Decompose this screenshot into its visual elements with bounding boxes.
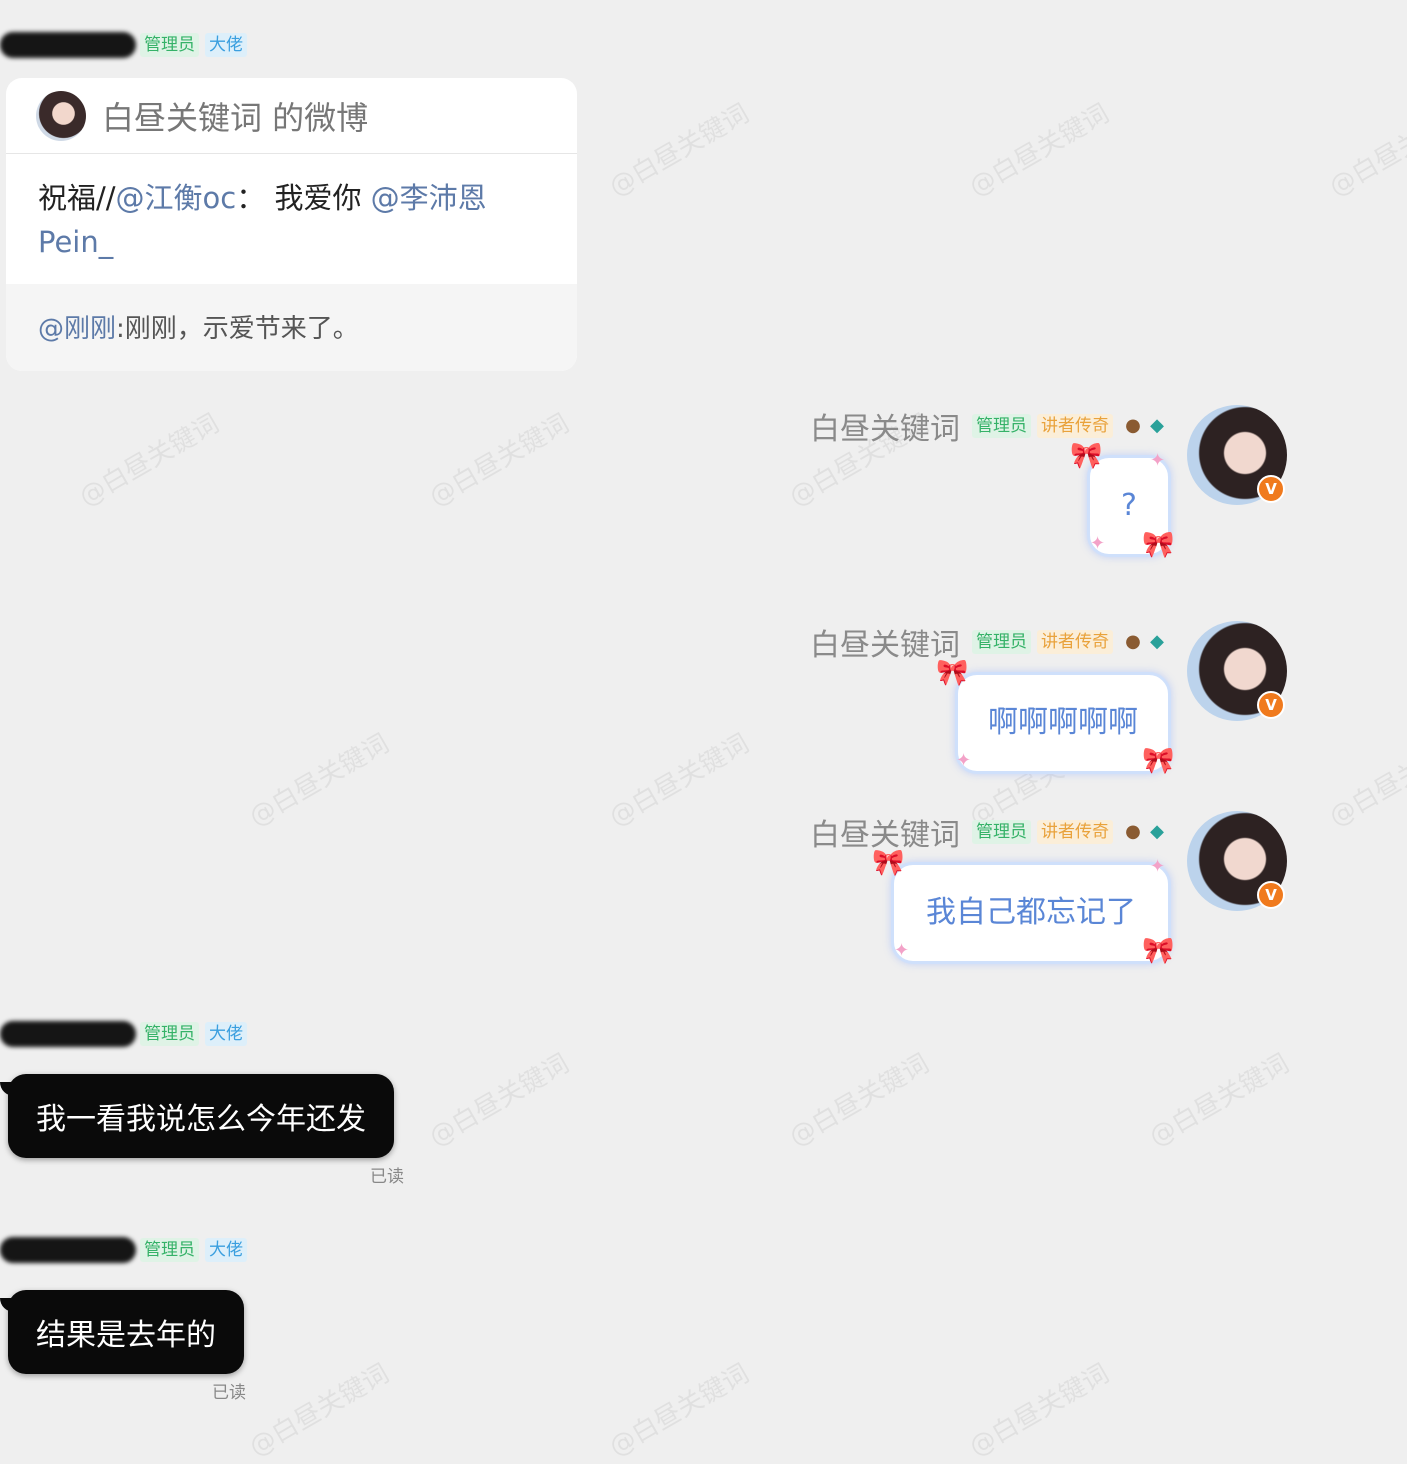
avatar[interactable]: V [1187,811,1287,911]
admin-badge: 管理员 [972,820,1031,844]
watermark: @白昼关键词 [244,728,395,833]
weibo-card-header: 白昼关键词 的微博 [6,78,577,154]
watermark: @白昼关键词 [784,1048,935,1153]
verified-icon: V [1257,475,1285,503]
bow-icon: 🎀 [872,848,905,878]
bow-icon: 🎀 [1142,530,1175,560]
watermark: @白昼关键词 [604,728,755,833]
owl-icon: ● [1125,415,1141,436]
read-status: 已读 [212,1383,246,1403]
body-text: ： 我爱你 [236,181,371,215]
sender-header: 管理员 大佬 [0,30,253,60]
message-text: ? [1121,488,1137,523]
sender-header: 白昼关键词 管理员 讲者传奇 ● ◆ [810,814,1167,853]
verified-icon: V [1257,881,1285,909]
bird-icon: ◆ [1150,415,1164,436]
sender-header: 管理员 大佬 [0,1235,253,1265]
watermark: @白昼关键词 [424,408,575,513]
weibo-card-footer: @刚刚:刚刚，示爱节来了。 [6,284,577,371]
redacted-username [0,1237,136,1263]
sparkle-icon: ✦ [956,750,972,771]
sparkle-icon: ✦ [1150,450,1166,471]
admin-badge: 管理员 [140,33,199,57]
admin-badge: 管理员 [972,414,1031,438]
avatar [36,90,86,141]
sparkle-icon: ✦ [1090,533,1106,554]
read-status: 已读 [370,1167,404,1187]
bow-icon: 🎀 [936,658,969,688]
footer-text: :刚刚，示爱节来了。 [116,314,359,344]
watermark: @白昼关键词 [1324,98,1407,203]
owl-icon: ● [1125,821,1141,842]
legend-badge: 讲者传奇 [1037,414,1113,438]
message-bubble[interactable]: 结果是去年的 [0,1290,244,1374]
watermark: @白昼关键词 [244,1358,395,1463]
message-text: 我一看我说怎么今年还发 [36,1102,366,1137]
watermark: @白昼关键词 [1144,1048,1295,1153]
legend-badge: 讲者传奇 [1037,630,1113,654]
boss-badge: 大佬 [205,33,247,57]
avatar[interactable]: V [1187,405,1287,505]
admin-badge: 管理员 [972,630,1031,654]
sender-header: 白昼关键词 管理员 讲者传奇 ● ◆ [810,624,1167,663]
legend-badge: 讲者传奇 [1037,820,1113,844]
watermark: @白昼关键词 [604,1358,755,1463]
mention-link[interactable]: @江衡oc [116,181,237,215]
sparkle-icon: ✦ [1150,856,1166,877]
bow-icon: 🎀 [1070,441,1103,471]
admin-badge: 管理员 [140,1022,199,1046]
boss-badge: 大佬 [205,1238,247,1262]
redacted-username [0,1021,136,1047]
watermark: @白昼关键词 [964,1358,1115,1463]
weibo-card-title: 白昼关键词 的微博 [102,98,369,137]
sender-name: 白昼关键词 [810,412,960,447]
message-bubble[interactable]: 我一看我说怎么今年还发 [0,1074,394,1158]
bow-icon: 🎀 [1142,746,1175,776]
mention-link[interactable]: @刚刚 [38,314,116,344]
message-text: 结果是去年的 [36,1318,216,1353]
bow-icon: 🎀 [1142,936,1175,966]
message-text: 我自己都忘记了 [926,895,1136,930]
owl-icon: ● [1125,631,1141,652]
boss-badge: 大佬 [205,1022,247,1046]
redacted-username [0,32,136,58]
admin-badge: 管理员 [140,1238,199,1262]
message-text: 啊啊啊啊啊 [988,705,1138,740]
message-bubble[interactable]: 我自己都忘记了 [891,862,1171,964]
weibo-share-card[interactable]: 白昼关键词 的微博 祝福//@江衡oc： 我爱你 @李沛恩Pein_ @刚刚:刚… [6,78,577,371]
watermark: @白昼关键词 [424,1048,575,1153]
weibo-card-body: 祝福//@江衡oc： 我爱你 @李沛恩Pein_ [6,154,577,284]
sparkle-icon: ✦ [894,940,910,961]
sender-header: 白昼关键词 管理员 讲者传奇 ● ◆ [810,408,1167,447]
message-bubble[interactable]: 啊啊啊啊啊 [955,672,1171,774]
watermark: @白昼关键词 [964,98,1115,203]
avatar[interactable]: V [1187,621,1287,721]
bird-icon: ◆ [1150,631,1164,652]
body-prefix: 祝福// [38,181,116,215]
watermark: @白昼关键词 [74,408,225,513]
verified-icon: V [1257,691,1285,719]
watermark: @白昼关键词 [1324,728,1407,833]
bird-icon: ◆ [1150,821,1164,842]
watermark: @白昼关键词 [604,98,755,203]
sender-header: 管理员 大佬 [0,1019,253,1049]
